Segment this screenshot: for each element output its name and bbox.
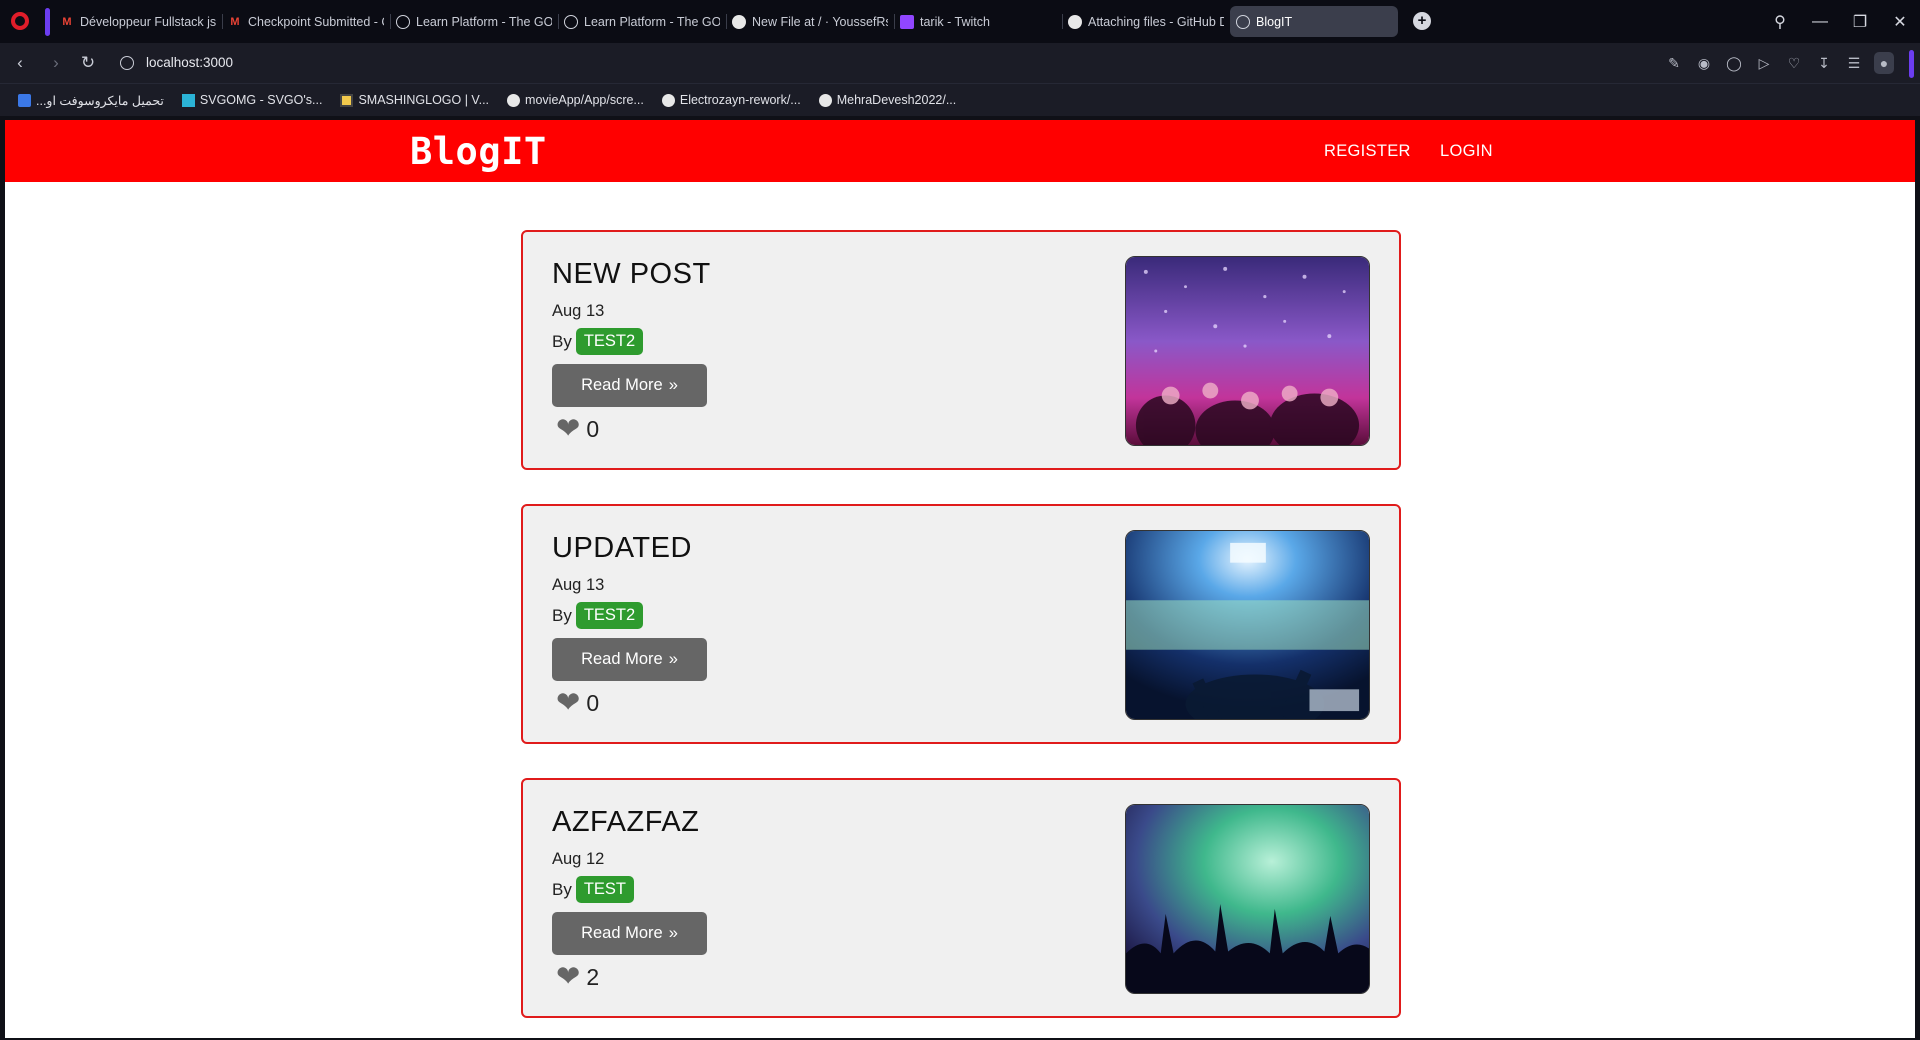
post-title[interactable]: UPDATED xyxy=(552,532,692,565)
double-arrow-right-icon: » xyxy=(668,376,678,394)
bookmark-item[interactable]: SVGOMG - SVGO's... xyxy=(181,93,322,107)
read-more-label: Read More xyxy=(581,924,663,942)
sidebar-accent xyxy=(45,8,50,36)
author-badge[interactable]: TEST2 xyxy=(575,602,644,629)
github-icon xyxy=(818,93,832,107)
post-date: Aug 12 xyxy=(552,850,605,868)
browser-tab-bar: M Développeur Fullstack js - M Checkpoint … xyxy=(0,0,1920,43)
green-smoke-crowd-image xyxy=(1125,804,1370,994)
by-label: By xyxy=(552,331,572,351)
bookmark-item[interactable]: Electrozayn-rework/... xyxy=(661,93,801,107)
read-more-button[interactable]: Read More » xyxy=(552,364,707,407)
like-count: 0 xyxy=(586,416,600,442)
browser-tab[interactable]: M Développeur Fullstack js - xyxy=(54,6,222,37)
browser-tab[interactable]: M Checkpoint Submitted - C xyxy=(222,6,390,37)
search-icon[interactable]: ⚲ xyxy=(1760,0,1800,43)
double-arrow-right-icon: » xyxy=(668,924,678,942)
toolbar-icons: ✎ ◉ ◯ ▷ ♡ ↧ ☰ ● xyxy=(1664,52,1894,74)
bookmark-item[interactable]: movieApp/App/scre... xyxy=(507,93,644,107)
post-byline: By TEST xyxy=(552,876,635,903)
post-title[interactable]: NEW POST xyxy=(552,258,711,291)
browser-tab[interactable]: Attaching files - GitHub D xyxy=(1062,6,1230,37)
github-icon xyxy=(507,93,521,107)
tab-strip: M Développeur Fullstack js - M Checkpoint … xyxy=(54,6,1398,37)
window-controls: ⚲ — ❐ ✕ xyxy=(1760,0,1920,43)
like-count: 0 xyxy=(586,690,600,716)
author-badge[interactable]: TEST xyxy=(575,876,635,903)
site-header: BlogIT REGISTER LOGIN xyxy=(5,120,1915,182)
back-arrow-icon[interactable]: ‹ xyxy=(10,53,30,73)
likes: ❤ 0 xyxy=(556,415,599,444)
browser-tab[interactable]: Learn Platform - The GOM xyxy=(390,6,558,37)
double-arrow-right-icon: » xyxy=(668,650,678,668)
globe-icon xyxy=(1236,14,1250,29)
restore-icon[interactable]: ❐ xyxy=(1840,0,1880,43)
close-icon[interactable]: ✕ xyxy=(1880,0,1920,43)
site-logo[interactable]: BlogIT xyxy=(410,130,547,173)
register-link[interactable]: REGISTER xyxy=(1324,142,1411,161)
confetti-crowd-image xyxy=(1125,256,1370,446)
bookmarks-bar: تحميل مايكروسوفت او... SVGOMG - SVGO's..… xyxy=(0,83,1920,116)
read-more-label: Read More xyxy=(581,376,663,394)
download-icon[interactable]: ↧ xyxy=(1814,52,1834,74)
sidebar-accent-right xyxy=(1909,50,1914,78)
smashinglogo-icon xyxy=(340,93,354,107)
minimize-icon[interactable]: — xyxy=(1800,0,1840,43)
like-count: 2 xyxy=(586,964,600,990)
edit-icon[interactable]: ✎ xyxy=(1664,52,1684,74)
by-label: By xyxy=(552,605,572,625)
new-tab-plus-icon[interactable]: + xyxy=(1413,12,1431,30)
bookmark-item[interactable]: SMASHINGLOGO | V... xyxy=(340,93,489,107)
read-more-button[interactable]: Read More » xyxy=(552,638,707,681)
read-more-label: Read More xyxy=(581,650,663,668)
site-info-globe-icon[interactable] xyxy=(120,56,134,70)
read-more-button[interactable]: Read More » xyxy=(552,912,707,955)
gmail-icon: M xyxy=(62,15,72,28)
camera-icon[interactable]: ◉ xyxy=(1694,52,1714,74)
heart-outline-icon[interactable]: ♡ xyxy=(1784,52,1804,74)
post-card: AZFAZFAZ Aug 12 By TEST Read More » ❤ 2 xyxy=(521,778,1401,1018)
office-icon xyxy=(18,93,31,107)
twitch-icon xyxy=(900,14,914,29)
post-date: Aug 13 xyxy=(552,302,605,320)
post-date: Aug 13 xyxy=(552,576,605,594)
browser-tab-active[interactable]: BlogIT xyxy=(1230,6,1398,37)
heart-icon[interactable]: ❤ xyxy=(556,415,580,444)
by-label: By xyxy=(552,879,572,899)
heart-icon[interactable]: ❤ xyxy=(556,963,580,992)
easy-setup-icon[interactable]: ☰ xyxy=(1844,52,1864,74)
globe-icon xyxy=(396,14,410,29)
reload-icon[interactable]: ↻ xyxy=(78,53,98,73)
svgomg-icon xyxy=(181,93,195,107)
profile-icon[interactable]: ● xyxy=(1874,52,1894,74)
login-link[interactable]: LOGIN xyxy=(1440,142,1493,161)
browser-tab[interactable]: tarik - Twitch xyxy=(894,6,1062,37)
github-icon xyxy=(661,93,675,107)
github-icon xyxy=(1068,14,1082,29)
browser-tab[interactable]: New File at / · YoussefRs/I xyxy=(726,6,894,37)
post-title[interactable]: AZFAZFAZ xyxy=(552,806,699,839)
likes: ❤ 2 xyxy=(556,963,599,992)
github-icon xyxy=(732,14,746,29)
heart-icon[interactable]: ❤ xyxy=(556,689,580,718)
post-card: UPDATED Aug 13 By TEST2 Read More » ❤ 0 xyxy=(521,504,1401,744)
opera-logo-icon[interactable] xyxy=(11,12,29,30)
bookmark-item[interactable]: MehraDevesh2022/... xyxy=(818,93,956,107)
play-icon[interactable]: ▷ xyxy=(1754,52,1774,74)
url-input[interactable]: localhost:3000 xyxy=(146,55,233,70)
shield-icon[interactable]: ◯ xyxy=(1724,52,1744,74)
bookmark-item[interactable]: تحميل مايكروسوفت او... xyxy=(18,93,164,108)
post-byline: By TEST2 xyxy=(552,328,644,355)
author-badge[interactable]: TEST2 xyxy=(575,328,644,355)
post-card: NEW POST Aug 13 By TEST2 Read More » ❤ 0 xyxy=(521,230,1401,470)
post-byline: By TEST2 xyxy=(552,602,644,629)
dj-stadium-image xyxy=(1125,530,1370,720)
page-viewport: BlogIT REGISTER LOGIN NEW POST Aug 13 By… xyxy=(5,120,1915,1038)
browser-tab[interactable]: Learn Platform - The GOM xyxy=(558,6,726,37)
address-bar: ‹ › ↻ localhost:3000 ✎ ◉ ◯ ▷ ♡ ↧ ☰ ● xyxy=(0,43,1920,83)
gmail-icon: M xyxy=(230,15,240,28)
likes: ❤ 0 xyxy=(556,689,599,718)
globe-icon xyxy=(564,14,578,29)
forward-arrow-icon[interactable]: › xyxy=(46,53,66,73)
